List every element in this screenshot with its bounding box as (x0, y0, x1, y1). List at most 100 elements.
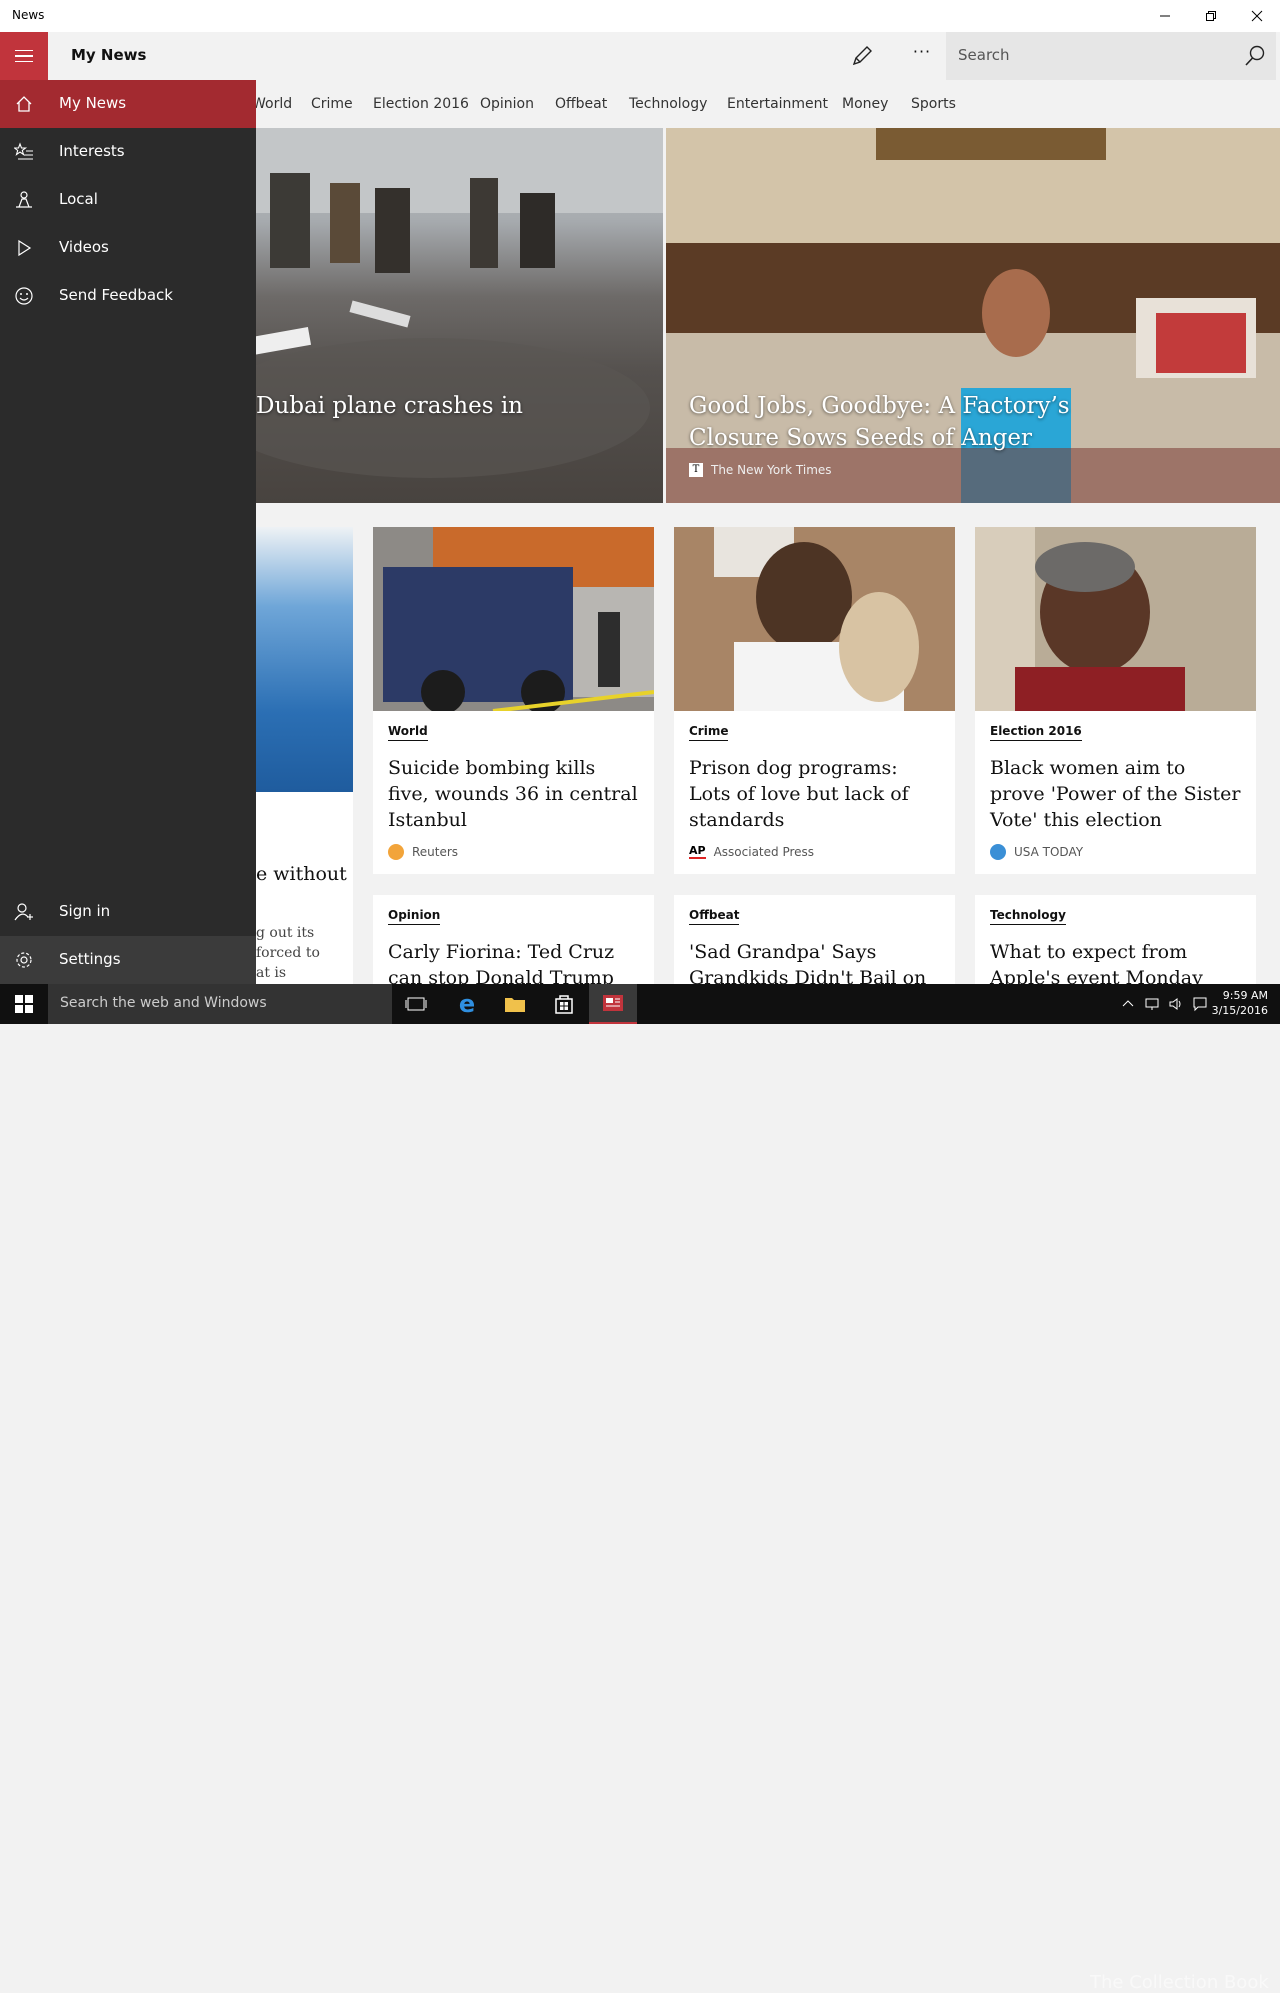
windows-taskbar: Search the web and Windows e The Collect… (0, 984, 1280, 1993)
action-center-icon[interactable] (1192, 996, 1208, 1012)
nav-item-sign-in[interactable]: Sign in (0, 888, 256, 936)
story-source: USA TODAY (990, 844, 1083, 860)
news-app-icon (603, 995, 623, 1011)
star-list-icon (14, 142, 33, 160)
partial-card-text: g out its forced to at is (256, 925, 320, 981)
story-category-tag[interactable]: Technology (990, 908, 1066, 925)
story-category-tag[interactable]: Offbeat (689, 908, 740, 925)
news-app-button[interactable] (589, 984, 637, 1024)
ap-logo-icon: AP (689, 844, 706, 859)
hero-title-right: Good Jobs, Goodbye: A Factory’s Closure … (689, 390, 1070, 454)
nav-item-send-feedback[interactable]: Send Feedback (0, 272, 256, 320)
volume-icon[interactable] (1168, 996, 1184, 1012)
story-card[interactable]: Crime Prison dog programs: Lots of love … (674, 527, 955, 874)
store-button[interactable] (540, 984, 588, 1024)
task-view-icon (405, 997, 427, 1011)
app-bar: My News ··· (0, 32, 1280, 80)
story-category-tag[interactable]: Opinion (388, 908, 441, 925)
task-view-button[interactable] (392, 984, 440, 1024)
partial-card-title: e without (256, 863, 347, 885)
hero-story-left[interactable]: Dubai plane crashes in (200, 128, 663, 503)
close-icon (1251, 10, 1263, 22)
pencil-icon (852, 46, 872, 66)
story-title: 'Sad Grandpa' Says Grandkids Didn't Bail… (689, 941, 927, 984)
nav-item-my-news[interactable]: My News (0, 80, 256, 128)
folder-icon (505, 998, 525, 1012)
page-title: My News (71, 46, 147, 64)
navigation-pane: My News Interests Local Videos Send Feed… (0, 80, 256, 984)
hero-image-left (200, 128, 663, 478)
story-category-tag[interactable]: Election 2016 (990, 724, 1082, 741)
network-icon[interactable] (1144, 996, 1160, 1012)
tab-offbeat[interactable]: Offbeat (555, 96, 607, 112)
story-image-istanbul (373, 527, 654, 711)
story-title: Prison dog programs: Lots of love but la… (689, 757, 909, 831)
edge-icon: e (458, 990, 476, 1018)
windows-logo-icon (15, 995, 33, 1013)
home-icon (16, 96, 32, 112)
hero-source-name: The New York Times (711, 463, 832, 477)
taskbar-search-box[interactable]: Search the web and Windows (48, 984, 392, 1024)
more-options-button[interactable]: ··· (905, 42, 939, 70)
nav-item-videos[interactable]: Videos (0, 224, 256, 272)
story-category-tag[interactable]: Crime (689, 724, 729, 741)
story-title: Black women aim to prove 'Power of the S… (990, 757, 1241, 831)
story-category-tag[interactable]: World (388, 724, 428, 741)
chevron-up-icon[interactable] (1120, 996, 1136, 1012)
story-image-prison-dog (674, 527, 955, 711)
restore-button[interactable] (1188, 0, 1234, 32)
close-button[interactable] (1234, 0, 1280, 32)
smiley-icon (15, 287, 33, 305)
reuters-logo-icon (388, 844, 404, 860)
edit-button[interactable] (850, 44, 878, 68)
nav-item-local[interactable]: Local (0, 176, 256, 224)
edge-browser-button[interactable]: e (443, 984, 491, 1024)
tab-sports[interactable]: Sports (911, 96, 956, 112)
usa-today-logo-icon (990, 844, 1006, 860)
gear-icon (16, 952, 32, 968)
file-explorer-button[interactable] (491, 984, 539, 1024)
nyt-logo-icon: T (689, 463, 703, 477)
story-source: AP Associated Press (689, 844, 815, 859)
nav-item-settings[interactable]: Settings (0, 936, 256, 984)
restore-icon (1206, 11, 1216, 21)
window-titlebar: News (0, 0, 1280, 32)
story-card[interactable]: World Suicide bombing kills five, wounds… (373, 527, 654, 874)
search-icon[interactable] (1244, 45, 1266, 67)
tab-crime[interactable]: Crime (311, 96, 353, 112)
play-icon (18, 239, 32, 257)
watermark-text: The Collection Book (1090, 1972, 1269, 1993)
story-card[interactable]: Election 2016 Black women aim to prove '… (975, 527, 1256, 874)
search-box[interactable] (946, 32, 1276, 80)
tab-money[interactable]: Money (842, 96, 888, 112)
story-card[interactable]: Offbeat 'Sad Grandpa' Says Grandkids Did… (674, 895, 955, 984)
tab-technology[interactable]: Technology (629, 96, 707, 112)
local-person-icon (16, 191, 32, 208)
story-title: Carly Fiorina: Ted Cruz can stop Donald … (388, 941, 615, 984)
story-card[interactable]: Opinion Carly Fiorina: Ted Cruz can stop… (373, 895, 654, 984)
hero-title-left: Dubai plane crashes in (256, 393, 523, 419)
tab-opinion[interactable]: Opinion (480, 96, 534, 112)
search-input[interactable] (958, 46, 1218, 64)
window-title: News (12, 8, 45, 22)
system-clock[interactable]: 9:59 AM 3/15/2016 (1212, 988, 1268, 1018)
story-card[interactable]: Technology What to expect from Apple's e… (975, 895, 1256, 984)
person-add-icon (14, 903, 33, 921)
hamburger-menu-button[interactable] (0, 32, 48, 80)
nav-item-interests[interactable]: Interests (0, 128, 256, 176)
minimize-icon (1160, 15, 1170, 17)
story-title: Suicide bombing kills five, wounds 36 in… (388, 757, 638, 831)
start-button[interactable] (0, 984, 48, 1024)
hero-source-right: T The New York Times (689, 463, 832, 477)
minimize-button[interactable] (1142, 0, 1188, 32)
tab-election-2016[interactable]: Election 2016 (373, 96, 469, 112)
story-image-sister-vote (975, 527, 1256, 711)
hero-story-right[interactable]: Good Jobs, Goodbye: A Factory’s Closure … (666, 128, 1280, 503)
tab-world[interactable]: World (252, 96, 292, 112)
tab-entertainment[interactable]: Entertainment (727, 96, 828, 112)
hero-title-right-line2: Closure Sows Seeds of Anger (689, 425, 1032, 451)
story-title: What to expect from Apple's event Monday (990, 941, 1203, 984)
store-icon (555, 995, 573, 1014)
story-source: Reuters (388, 844, 458, 860)
hero-title-right-line1: Good Jobs, Goodbye: A Factory’s (689, 393, 1070, 419)
